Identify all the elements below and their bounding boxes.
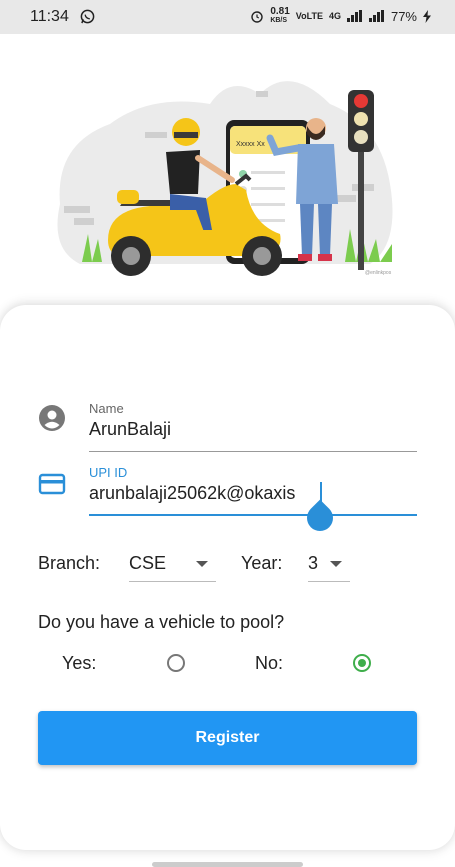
no-radio[interactable] [353,654,371,672]
volte-indicator: VoLTE [295,11,323,21]
gesture-handle [152,862,303,867]
upi-underline [89,514,417,516]
year-dropdown[interactable]: 3 [308,547,350,582]
hero-illustration: Xxxxx Xx @enlinkpos [0,34,455,324]
name-label: Name [89,401,124,416]
register-button[interactable]: Register [38,711,417,765]
phone-screen-text: Xxxxx Xx [236,141,265,148]
alarm-icon [251,11,264,23]
branch-label: Branch: [38,553,101,573]
chevron-down-icon [196,561,208,567]
status-bar: 11:34 0.81 KB/S VoLTE 4G 77% [0,0,455,34]
signal-icon-2 [368,10,384,22]
network-speed: 0.81 KB/S [270,7,289,25]
network-speed-value: 0.81 [270,6,290,17]
battery-percent: 77% [390,8,417,24]
registration-card [0,305,455,850]
signal-icon [346,10,362,22]
account-circle-icon [39,405,65,431]
year-label: Year: [241,553,283,573]
yes-label: Yes: [62,653,97,673]
status-icons: 0.81 KB/S VoLTE 4G 77% [250,7,431,25]
year-value: 3 [308,553,319,573]
yes-radio[interactable] [167,654,185,672]
name-underline [89,451,417,452]
chevron-down-icon [330,561,342,567]
4g-indicator: 4G [328,11,341,21]
illustration-credit: @enlinkpos [365,270,392,276]
status-time: 11:34 [30,8,69,25]
upi-input[interactable]: arunbalaji25062k@okaxis [89,483,295,504]
charging-icon [423,9,431,23]
whatsapp-icon [80,9,95,24]
network-speed-unit: KB/S [270,17,288,24]
scooter-illustration: Xxxxx Xx @enlinkpos [57,81,393,276]
name-input[interactable]: ArunBalaji [89,419,171,440]
credit-card-icon [38,473,66,495]
no-label: No: [255,653,284,673]
branch-dropdown[interactable]: CSE [129,547,216,582]
vehicle-question: Do you have a vehicle to pool? [38,612,285,632]
branch-value: CSE [129,553,167,573]
upi-label: UPI ID [89,465,128,480]
